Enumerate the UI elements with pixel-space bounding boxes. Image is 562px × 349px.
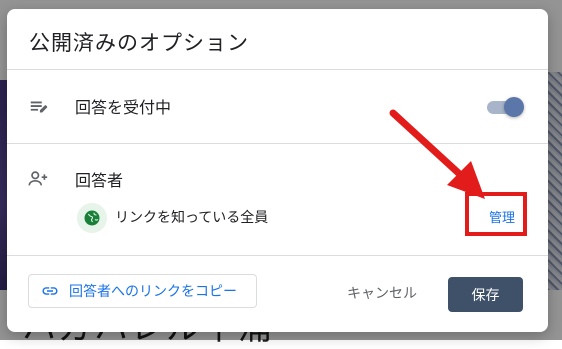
cancel-button[interactable]: キャンセル (347, 283, 417, 303)
dialog-title: 公開済みのオプション (29, 31, 249, 55)
copy-link-label: 回答者へのリンクをコピー (69, 284, 237, 300)
respondents-label: 回答者 (75, 171, 124, 190)
publish-options-dialog: 公開済みのオプション 回答を受付中 回答者 リンクを知っている全員 管理 回答者… (7, 9, 548, 332)
link-icon (42, 287, 58, 295)
divider (7, 143, 548, 144)
list-edit-icon (28, 96, 50, 118)
accepting-responses-label: 回答を受付中 (75, 98, 172, 117)
divider (7, 255, 548, 256)
access-scope-text: リンクを知っている全員 (115, 210, 269, 226)
copy-respondent-link-button[interactable]: 回答者へのリンクをコピー (28, 274, 257, 308)
globe-icon (84, 210, 100, 226)
annotation-highlight-box (465, 192, 527, 236)
accepting-responses-toggle[interactable] (485, 95, 525, 119)
save-button[interactable]: 保存 (448, 277, 523, 312)
person-add-icon (27, 168, 49, 190)
globe-badge (77, 203, 107, 233)
toggle-thumb (504, 97, 524, 117)
divider (7, 69, 548, 70)
